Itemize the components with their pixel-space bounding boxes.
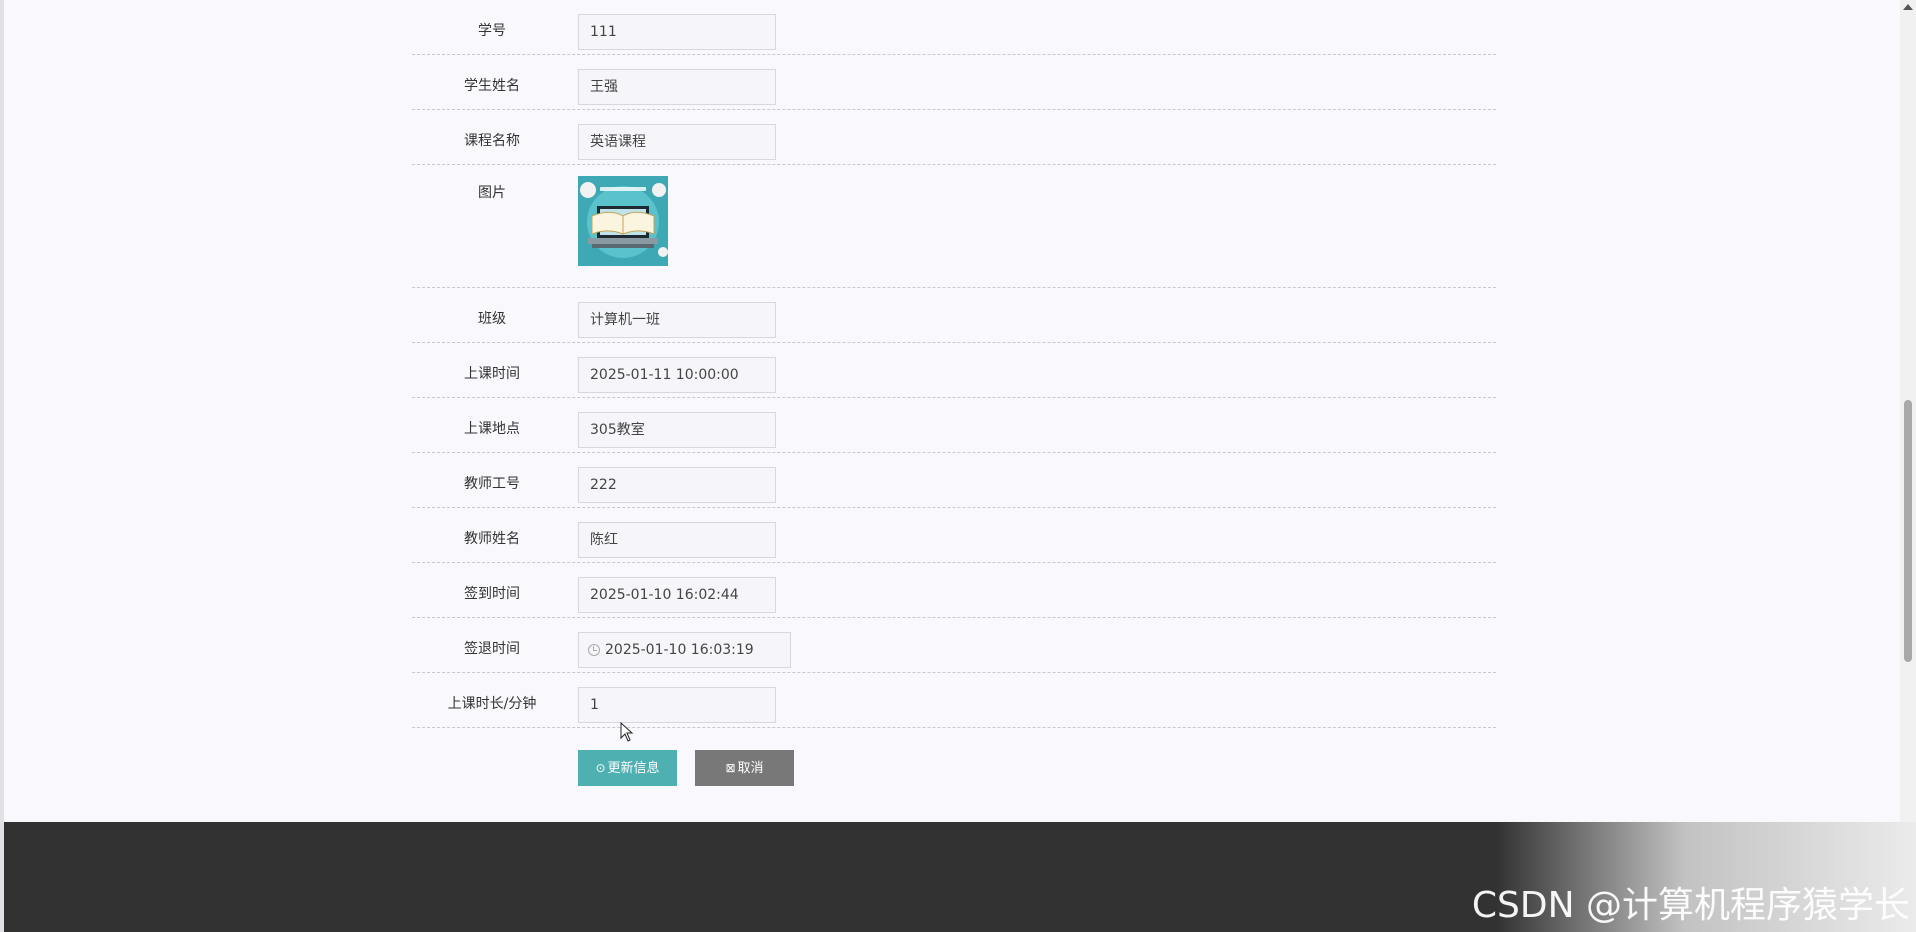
scrollbar-thumb[interactable] [1904,400,1912,662]
duration-input[interactable]: 1 [578,687,776,723]
check-circle-icon: ⊙ [595,761,606,775]
course-image[interactable] [578,176,668,266]
field-label: 教师工号 [464,476,520,492]
checkout-time-value: 2025-01-10 16:03:19 [605,642,754,658]
update-button[interactable]: ⊙ 更新信息 [578,750,677,786]
form-row-class-time: 上课时间 2025-01-11 10:00:00 [412,343,1496,398]
page-content: 学号 111 学生姓名 王强 课程名称 英语课程 图片 班级 计算机一班 上课时… [4,0,1900,822]
form-row-course-name: 课程名称 英语课程 [412,110,1496,165]
course-name-input[interactable]: 英语课程 [578,124,776,160]
field-label: 签退时间 [464,641,520,657]
form-row-image: 图片 [412,165,1496,288]
clock-icon [588,644,600,656]
field-label: 上课时长/分钟 [447,696,537,712]
field-label: 上课地点 [464,421,520,437]
field-label: 学生姓名 [464,78,520,94]
location-input[interactable]: 305教室 [578,412,776,448]
watermark-text: CSDN @计算机程序猿学长 [1471,885,1910,926]
cancel-button-label: 取消 [737,761,764,776]
form-row-student-id: 学号 111 [412,0,1496,55]
class-input[interactable]: 计算机一班 [578,302,776,338]
teacher-name-input[interactable]: 陈红 [578,522,776,558]
class-time-input[interactable]: 2025-01-11 10:00:00 [578,357,776,393]
edit-form: 学号 111 学生姓名 王强 课程名称 英语课程 图片 班级 计算机一班 上课时… [412,0,1496,728]
checkin-time-input[interactable]: 2025-01-10 16:02:44 [578,577,776,613]
form-row-class: 班级 计算机一班 [412,288,1496,343]
form-row-location: 上课地点 305教室 [412,398,1496,453]
vertical-scrollbar[interactable] [1900,0,1916,822]
field-label: 图片 [478,185,506,201]
update-button-label: 更新信息 [607,761,660,776]
field-label: 课程名称 [464,133,520,149]
teacher-id-input[interactable]: 222 [578,467,776,503]
form-row-duration: 上课时长/分钟 1 [412,673,1496,728]
form-row-checkout-time: 签退时间 2025-01-10 16:03:19 [412,618,1496,673]
form-row-student-name: 学生姓名 王强 [412,55,1496,110]
browser-viewport: 学号 111 学生姓名 王强 课程名称 英语课程 图片 班级 计算机一班 上课时… [0,0,1916,932]
student-id-input[interactable]: 111 [578,14,776,50]
field-label: 上课时间 [464,366,520,382]
student-name-input[interactable]: 王强 [578,69,776,105]
field-label: 教师姓名 [464,531,520,547]
close-box-icon: ⊠ [725,761,736,775]
cancel-button[interactable]: ⊠ 取消 [695,750,794,786]
scroll-up-arrow-icon[interactable] [1903,4,1913,10]
form-row-teacher-id: 教师工号 222 [412,453,1496,508]
form-row-checkin-time: 签到时间 2025-01-10 16:02:44 [412,563,1496,618]
field-label: 班级 [478,311,506,327]
checkout-time-picker[interactable]: 2025-01-10 16:03:19 [578,632,791,668]
field-label: 签到时间 [464,586,520,602]
mouse-cursor-icon [620,722,634,742]
field-label: 学号 [478,23,506,39]
form-row-teacher-name: 教师姓名 陈红 [412,508,1496,563]
